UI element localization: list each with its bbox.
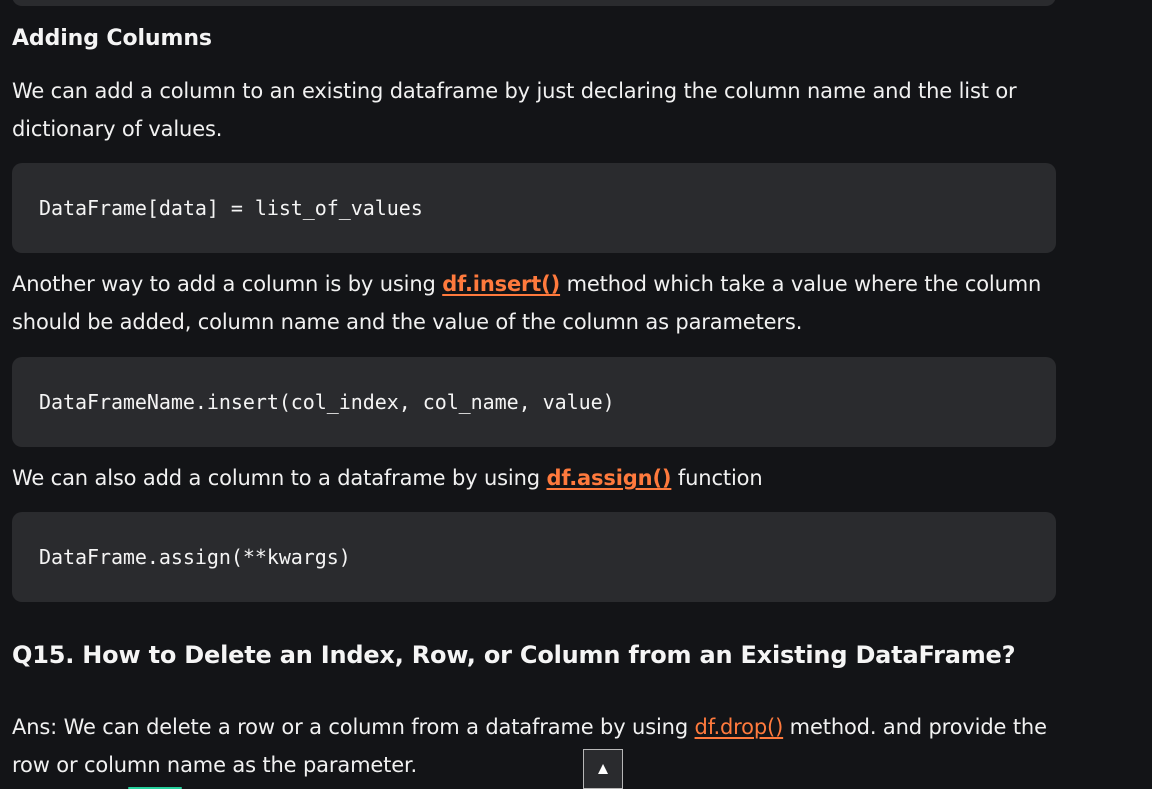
drop-answer-after-link: method. and provide the (783, 715, 1047, 739)
code-block-insert-column: DataFrameName.insert(col_index, col_name… (12, 357, 1056, 447)
drop-answer-paragraph: Ans: We can delete a row or a column fro… (12, 708, 1052, 784)
code-add-column: DataFrame[data] = list_of_values (39, 196, 423, 220)
article-page: Adding Columns We can add a column to an… (0, 0, 1152, 789)
assign-paragraph: We can also add a column to a dataframe … (12, 459, 1052, 497)
section-title: Adding Columns (12, 26, 212, 51)
df-assign-link[interactable]: df.assign() (546, 466, 671, 490)
intro-paragraph: We can add a column to an existing dataf… (12, 72, 1052, 148)
code-insert-column: DataFrameName.insert(col_index, col_name… (39, 390, 615, 414)
assign-paragraph-line-1: We can also add a column to a dataframe … (12, 459, 1052, 497)
insert-paragraph-line-2: should be added, column name and the val… (12, 310, 803, 334)
question-title: Q15. How to Delete an Index, Row, or Col… (12, 641, 1016, 669)
intro-paragraph-line-2: dictionary of values. (12, 117, 223, 141)
code-assign-column: DataFrame.assign(**kwargs) (39, 545, 351, 569)
insert-paragraph: Another way to add a column is by using … (12, 265, 1052, 341)
intro-paragraph-line-1: We can add a column to an existing dataf… (12, 79, 1017, 103)
assign-paragraph-after-link: function (671, 466, 763, 490)
scroll-to-top-button[interactable]: ▲ (583, 749, 623, 789)
assign-paragraph-before-link: We can also add a column to a dataframe … (12, 466, 547, 490)
df-insert-link[interactable]: df.insert() (442, 272, 560, 296)
df-drop-link[interactable]: df.drop() (695, 715, 784, 739)
previous-code-block-edge (12, 0, 1056, 6)
insert-paragraph-before-link: Another way to add a column is by using (12, 272, 443, 296)
up-arrow-icon: ▲ (594, 759, 612, 778)
drop-answer-line-2: row or column name as the parameter. (12, 753, 418, 777)
insert-paragraph-line-1: Another way to add a column is by using … (12, 265, 1052, 303)
drop-answer-line-1: Ans: We can delete a row or a column fro… (12, 708, 1052, 746)
insert-paragraph-after-link: method which take a value where the colu… (560, 272, 1042, 296)
code-block-add-column: DataFrame[data] = list_of_values (12, 163, 1056, 253)
code-block-assign-column: DataFrame.assign(**kwargs) (12, 512, 1056, 602)
drop-answer-before-link: Ans: We can delete a row or a column fro… (12, 715, 695, 739)
